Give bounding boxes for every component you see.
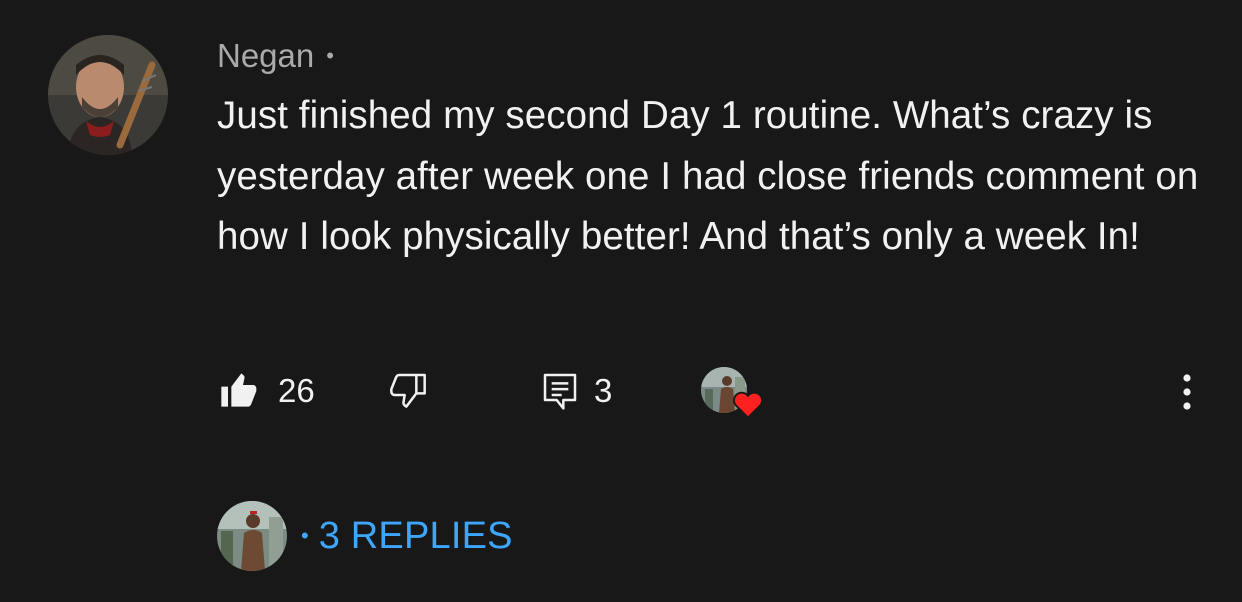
reply-button[interactable]	[540, 370, 580, 410]
creator-heart-badge	[701, 367, 771, 423]
like-count: 26	[278, 372, 315, 409]
replies-separator: •	[301, 523, 309, 548]
author-separator: •	[326, 43, 334, 68]
reply-avatar	[217, 501, 287, 571]
author-avatar[interactable]	[48, 35, 168, 155]
more-vert-icon	[1183, 374, 1191, 410]
more-options-button[interactable]	[1172, 370, 1202, 414]
heart-icon	[733, 391, 763, 419]
reply-count: 3	[594, 372, 613, 409]
dislike-button[interactable]	[388, 370, 428, 410]
view-replies-button[interactable]: • 3 REPLIES	[217, 500, 513, 572]
thumb-down-icon	[390, 373, 426, 408]
thumb-up-icon	[221, 373, 257, 407]
author-line: Negan •	[217, 34, 334, 78]
replies-label[interactable]: 3 REPLIES	[319, 515, 513, 558]
comment-text: Just finished my second Day 1 routine. W…	[217, 94, 1199, 258]
comment-actions: 26 3	[0, 360, 1242, 424]
comment-icon	[543, 373, 577, 410]
like-button[interactable]	[218, 370, 258, 410]
author-name[interactable]: Negan	[217, 37, 314, 75]
comment-thread: Negan • Just finished my second Day 1 ro…	[0, 0, 1242, 602]
